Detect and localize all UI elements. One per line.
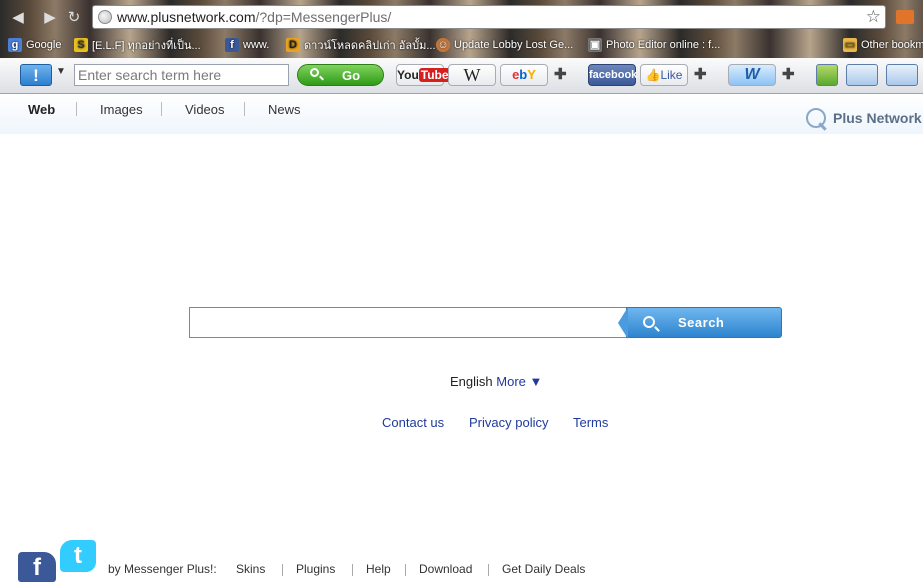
footer-credit: by Messenger Plus!:: [108, 562, 217, 576]
like-button[interactable]: 👍Like: [640, 64, 688, 86]
twitter-icon[interactable]: t: [60, 540, 96, 572]
bookmark-google[interactable]: g Google: [8, 36, 61, 53]
bookmark-label: Other bookm: [861, 38, 923, 51]
browser-chrome: ◀ ▶ ↻ www.plusnetwork.com/?dp=MessengerP…: [0, 0, 923, 58]
folder-icon: ▭: [843, 37, 857, 52]
current-language: English: [450, 374, 493, 389]
face-icon: ☺: [436, 37, 450, 52]
toolbar-search-input[interactable]: [74, 64, 289, 86]
search-button[interactable]: Search: [618, 307, 782, 339]
bookmark-update-lobby[interactable]: ☺ Update Lobby Lost Ge...: [436, 36, 573, 53]
ebay-button[interactable]: ebY: [500, 64, 548, 86]
search-icon: [806, 108, 826, 128]
search-icon: [643, 316, 655, 328]
footer-link-daily-deals[interactable]: Get Daily Deals: [502, 562, 585, 576]
footer-separator: [352, 564, 353, 576]
footer-separator: [282, 564, 283, 576]
photo-icon: ▣: [588, 37, 602, 52]
search-button-label: Search: [678, 315, 725, 330]
add-icon[interactable]: ✚: [694, 65, 707, 83]
search-icon: [310, 68, 319, 77]
contact-us-link[interactable]: Contact us: [382, 415, 444, 430]
main-search-input[interactable]: [189, 307, 626, 338]
tab-separator: [244, 102, 245, 116]
footer-link-download[interactable]: Download: [419, 562, 472, 576]
messenger-icon[interactable]: [816, 64, 838, 86]
d-icon: D: [286, 37, 300, 52]
bookmark-label: Photo Editor online : f...: [606, 38, 721, 51]
youtube-button[interactable]: You Tube: [396, 64, 451, 86]
bookmark-label: www.: [243, 38, 270, 51]
go-label: Go: [342, 68, 361, 83]
bookmark-star-icon[interactable]: ☆: [866, 7, 881, 27]
reload-icon[interactable]: ↻: [64, 8, 84, 28]
tab-images[interactable]: Images: [100, 102, 143, 117]
bookmark-elf[interactable]: S [E.L.F] ทุกอย่างที่เป็น...: [74, 36, 201, 53]
footer-link-skins[interactable]: Skins: [236, 562, 265, 576]
facebook-button[interactable]: facebook: [588, 64, 637, 86]
bookmark-label: Update Lobby Lost Ge...: [454, 38, 574, 51]
bookmarks-bar: g Google S [E.L.F] ทุกอย่างที่เป็น... f …: [0, 32, 923, 56]
forward-icon[interactable]: ▶: [40, 8, 60, 28]
info-icon[interactable]: !: [20, 64, 52, 86]
plus-network-logo[interactable]: Plus Network: [806, 108, 922, 128]
search-tabs: Web Images Videos News: [0, 94, 923, 134]
tab-separator: [161, 102, 162, 116]
bookmark-photo-editor[interactable]: ▣ Photo Editor online : f...: [588, 36, 720, 53]
tab-videos[interactable]: Videos: [185, 102, 225, 117]
address-bar[interactable]: www.plusnetwork.com/?dp=MessengerPlus/ ☆: [92, 5, 886, 29]
bookmark-label: Google: [26, 38, 62, 51]
language-selector: English More ▼: [450, 374, 542, 389]
bookmark-facebook[interactable]: f www.: [225, 36, 269, 53]
footer-separator: [405, 564, 406, 576]
gamepad-icon[interactable]: [846, 64, 878, 86]
bookmark-label: [E.L.F] ทุกอย่างที่เป็น...: [92, 39, 201, 52]
url-path: /?dp=MessengerPlus/: [255, 9, 392, 25]
elf-icon: S: [74, 37, 88, 52]
like-label: Like: [660, 68, 683, 82]
footer-link-help[interactable]: Help: [366, 562, 391, 576]
footer-link-plugins[interactable]: Plugins: [296, 562, 335, 576]
brand-name: Plus Network: [833, 110, 922, 126]
chevron-down-icon[interactable]: ▼: [56, 66, 66, 77]
facebook-icon: f: [225, 37, 239, 52]
toolbar-go-button[interactable]: Go: [297, 64, 384, 86]
plus-toolbar: ! ▼ Go YouTube W ebY ✚ facebook 👍Like ✚ …: [0, 58, 923, 94]
bookmark-label: ดาวน์โหลดคลิปเก่า อัลบั้ม...: [304, 39, 436, 52]
tab-news[interactable]: News: [268, 102, 301, 117]
thumbs-up-icon: 👍: [645, 68, 661, 82]
tab-separator: [76, 102, 77, 116]
back-icon[interactable]: ◀: [8, 8, 28, 28]
google-icon: g: [8, 37, 22, 52]
extension-icon[interactable]: [896, 10, 914, 24]
more-languages-link[interactable]: More ▼: [496, 374, 542, 389]
footer-separator: [488, 564, 489, 576]
url-domain: www.plusnetwork.com: [117, 9, 256, 25]
wikipedia-button[interactable]: W: [448, 64, 496, 86]
tab-web[interactable]: Web: [28, 102, 55, 117]
add-icon[interactable]: ✚: [782, 65, 795, 83]
address-text: www.plusnetwork.com/?dp=MessengerPlus/: [117, 9, 391, 25]
games-icon[interactable]: [886, 64, 918, 86]
facebook-icon[interactable]: f: [18, 552, 56, 582]
privacy-policy-link[interactable]: Privacy policy: [469, 415, 548, 430]
bookmark-other[interactable]: ▭ Other bookm: [843, 36, 923, 53]
add-icon[interactable]: ✚: [554, 65, 567, 83]
globe-icon: [98, 10, 112, 24]
terms-link[interactable]: Terms: [573, 415, 608, 430]
word-button[interactable]: W: [728, 64, 776, 86]
page-footer: f t by Messenger Plus!: Skins Plugins He…: [0, 540, 923, 582]
bookmark-download-clip[interactable]: D ดาวน์โหลดคลิปเก่า อัลบั้ม...: [286, 36, 436, 53]
